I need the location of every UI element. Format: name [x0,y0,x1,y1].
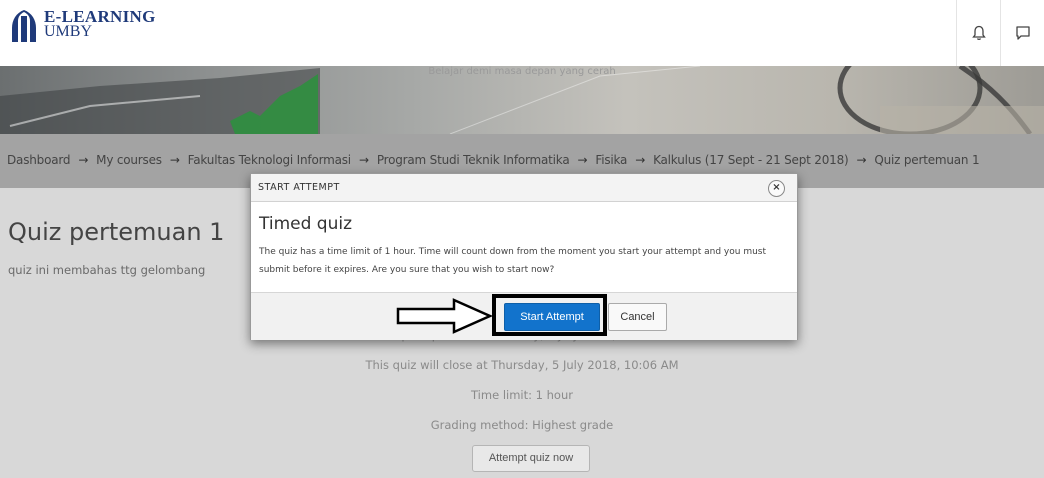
notifications-button[interactable] [956,0,1001,66]
quiz-grading-method: Grading method: Highest grade [430,418,614,432]
quiz-description: quiz ini membahas ttg gelombang [8,263,206,277]
breadcrumb-separator: → [577,153,588,167]
breadcrumb-item-dashboard[interactable]: Dashboard [7,153,71,167]
breadcrumb-separator: → [856,153,867,167]
quiz-time-limit: Time limit: 1 hour [471,388,573,402]
breadcrumb-item-faculty[interactable]: Fakultas Teknologi Informasi [188,153,351,167]
breadcrumb: Dashboard → My courses → Fakultas Teknologi … [7,153,980,167]
hero-banner: Belajar demi masa depan yang cerah [0,66,1044,134]
attempt-quiz-button[interactable]: Attempt quiz now [472,445,590,472]
page-title: Quiz pertemuan 1 [8,218,225,246]
breadcrumb-separator: → [358,153,369,167]
messages-button[interactable] [1000,0,1044,66]
close-icon[interactable]: × [768,180,785,197]
breadcrumb-item-course[interactable]: Kalkulus (17 Sept - 21 Sept 2018) [653,153,849,167]
breadcrumb-separator: → [169,153,180,167]
breadcrumb-item-program[interactable]: Program Studi Teknik Informatika [377,153,570,167]
brand-subname: UMBY [44,23,93,40]
top-navbar: E-LEARNING UMBY [0,0,1044,66]
dialog-title: START ATTEMPT [258,182,340,193]
dialog-body: The quiz has a time limit of 1 hour. Tim… [259,247,767,275]
chat-icon [1016,26,1030,40]
brand-name: E-LEARNING [44,7,156,26]
dialog-header: START ATTEMPT × [251,174,797,202]
highlight-box [492,294,607,336]
site-logo[interactable]: E-LEARNING UMBY [10,7,156,43]
quiz-close-info: This quiz will close at Thursday, 5 July… [365,358,679,372]
breadcrumb-item-category[interactable]: Fisika [595,153,627,167]
breadcrumb-item-my-courses[interactable]: My courses [96,153,162,167]
breadcrumb-separator: → [635,153,646,167]
banner-tagline: Belajar demi masa depan yang cerah [428,66,616,77]
bell-icon [972,25,986,40]
dialog-heading: Timed quiz [259,214,353,234]
arrow-right-icon [396,298,494,334]
breadcrumb-separator: → [78,153,89,167]
logo-icon [12,10,36,42]
breadcrumb-item-quiz[interactable]: Quiz pertemuan 1 [874,153,979,167]
cancel-button[interactable]: Cancel [608,303,667,331]
start-attempt-dialog: START ATTEMPT × Timed quiz The quiz has … [250,173,798,340]
dialog-footer: Start Attempt Cancel [251,292,797,340]
